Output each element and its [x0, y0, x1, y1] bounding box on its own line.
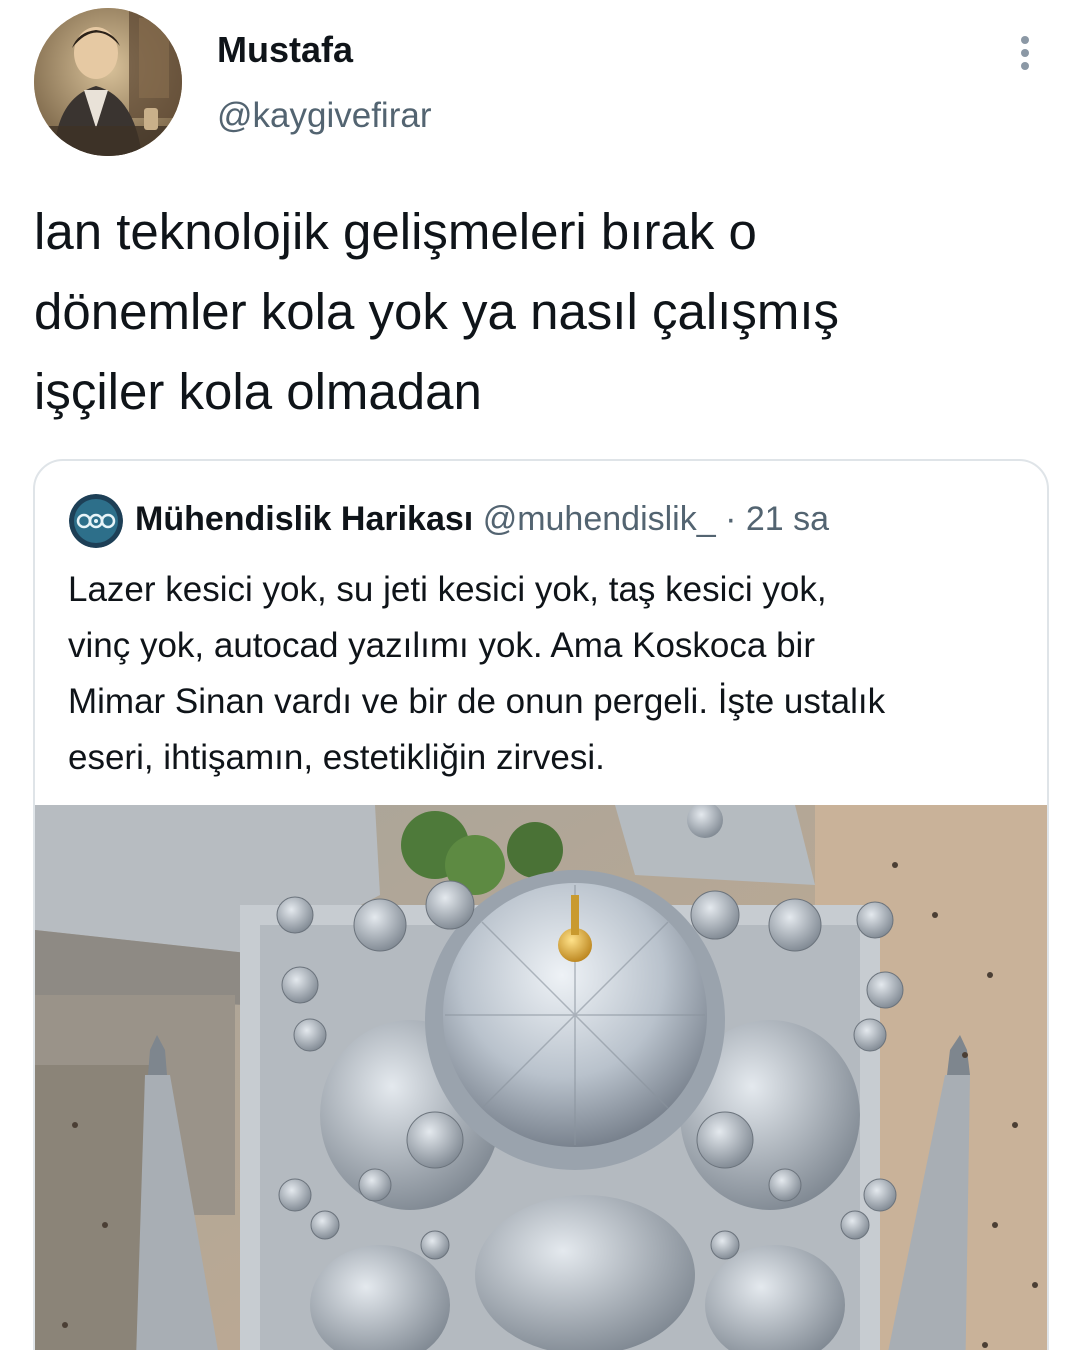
avatar-photo — [34, 8, 182, 156]
tweet-text: lan teknolojik gelişmeleri bırak o dönem… — [34, 203, 839, 420]
tweet: Mustafa @kaygivefirar lan teknolojik gel… — [0, 0, 1080, 1350]
quote-text: Lazer kesici yok, su jeti kesici yok, ta… — [68, 570, 886, 777]
mosque-aerial-photo — [35, 802, 1047, 1350]
author-avatar[interactable] — [34, 8, 182, 156]
quote-author-handle[interactable]: @muhendislik_ — [483, 500, 716, 538]
quote-separator: · — [725, 500, 737, 538]
author-name[interactable]: Mustafa — [217, 28, 353, 72]
quote-author-name[interactable]: Mühendislik Harikası — [135, 500, 473, 538]
gears-logo-icon — [69, 494, 123, 548]
author-handle[interactable]: @kaygivefirar — [217, 94, 431, 138]
more-vertical-icon[interactable] — [1010, 30, 1040, 74]
quote-media-image[interactable] — [35, 802, 1047, 1350]
quote-timestamp[interactable]: 21 sa — [746, 500, 829, 538]
quote-avatar[interactable] — [69, 494, 123, 548]
quoted-tweet[interactable]: Mühendislik Harikası @muhendislik_ · 21 … — [33, 459, 1049, 1350]
quote-header: Mühendislik Harikası @muhendislik_ · 21 … — [135, 497, 829, 541]
